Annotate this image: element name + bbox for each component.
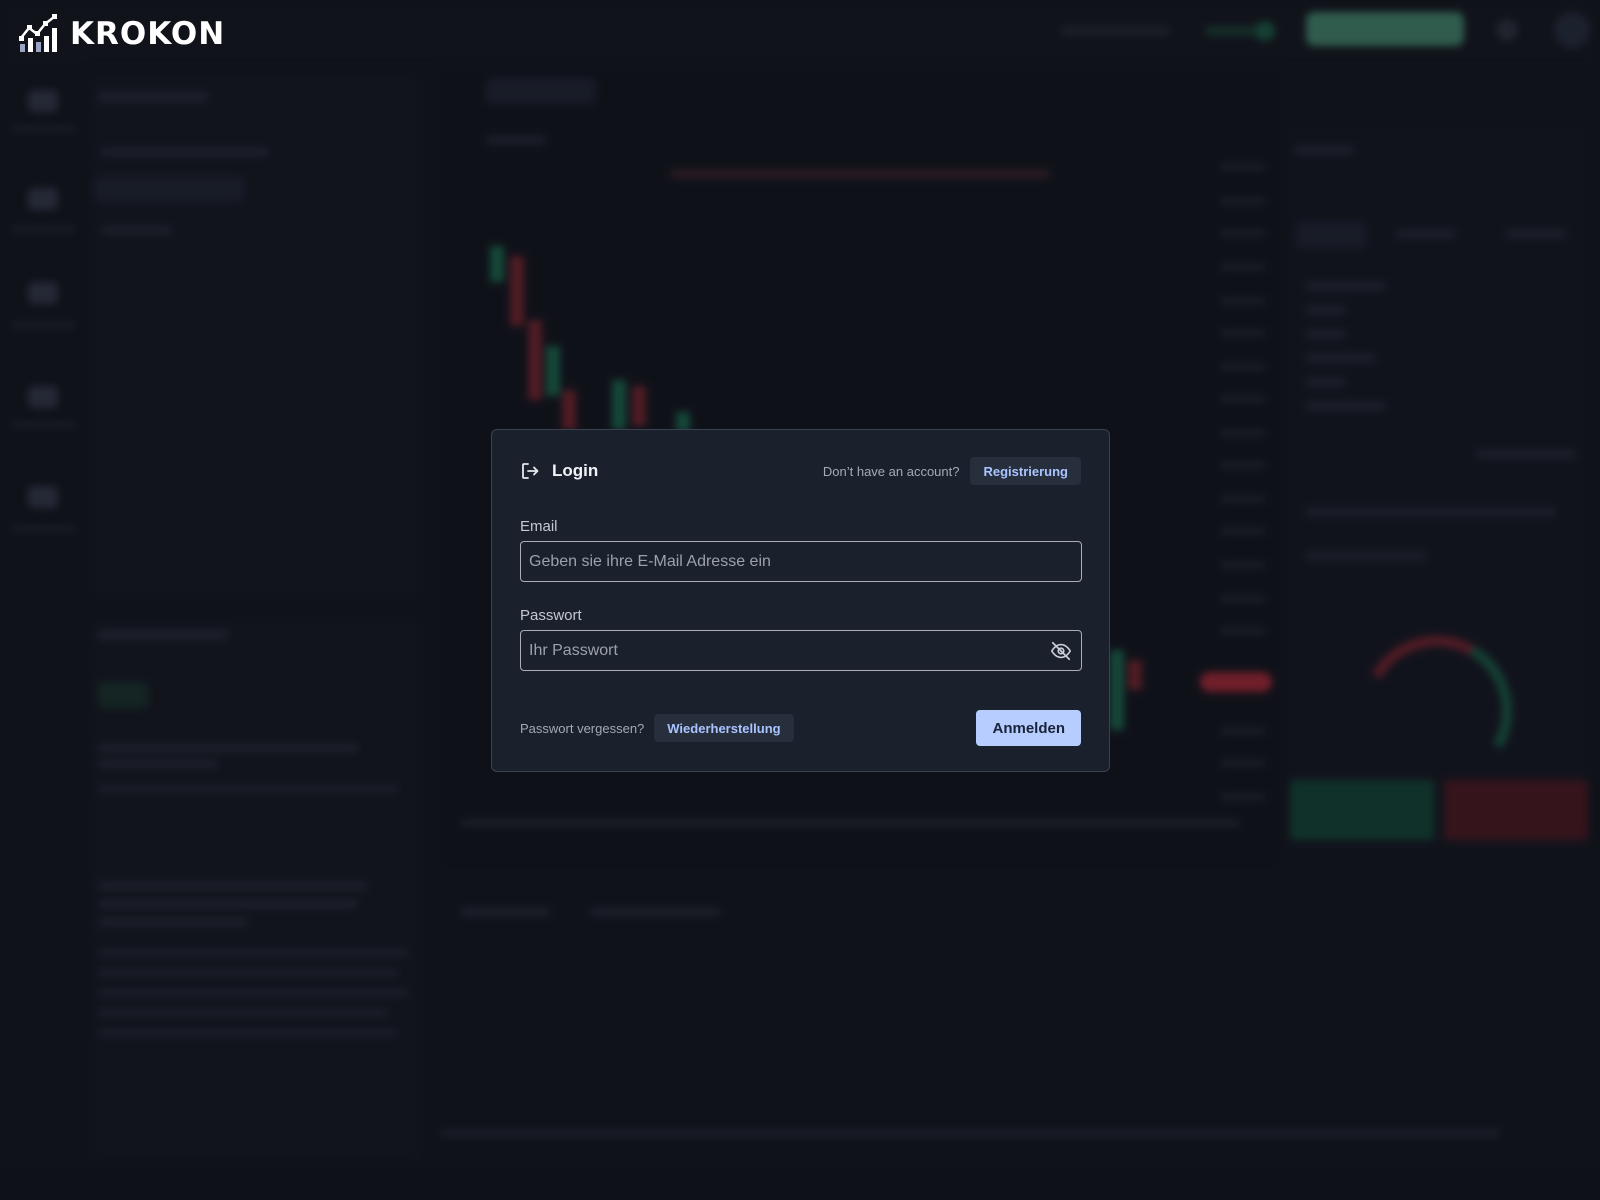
brand-name: KROKON: [70, 15, 226, 52]
bar-chart-logo-icon: [19, 14, 57, 52]
forgot-password-prompt: Passwort vergessen?: [520, 720, 645, 736]
eye-off-icon[interactable]: [1041, 631, 1081, 670]
email-label: Email: [520, 518, 558, 535]
password-field-container: [520, 630, 1082, 671]
brand-logo[interactable]: KROKON: [18, 14, 225, 54]
password-label: Passwort: [520, 607, 582, 624]
email-field-container: [520, 541, 1082, 582]
register-button[interactable]: Registrierung: [970, 457, 1081, 485]
dialog-title: Login: [552, 461, 599, 480]
login-arrow-icon: [520, 461, 540, 481]
email-field[interactable]: [521, 542, 1081, 581]
login-submit-button[interactable]: Anmelden: [976, 710, 1081, 746]
signup-prompt: Don’t have an account?: [822, 463, 960, 479]
login-dialog: Login Don’t have an account? Registrieru…: [491, 429, 1110, 772]
recover-password-button[interactable]: Wiederherstellung: [654, 714, 794, 742]
login-dialog-footer: Passwort vergessen? Wiederherstellung An…: [520, 710, 1081, 746]
login-dialog-header: Login Don’t have an account? Registrieru…: [520, 456, 1081, 486]
password-field[interactable]: [521, 631, 1041, 670]
